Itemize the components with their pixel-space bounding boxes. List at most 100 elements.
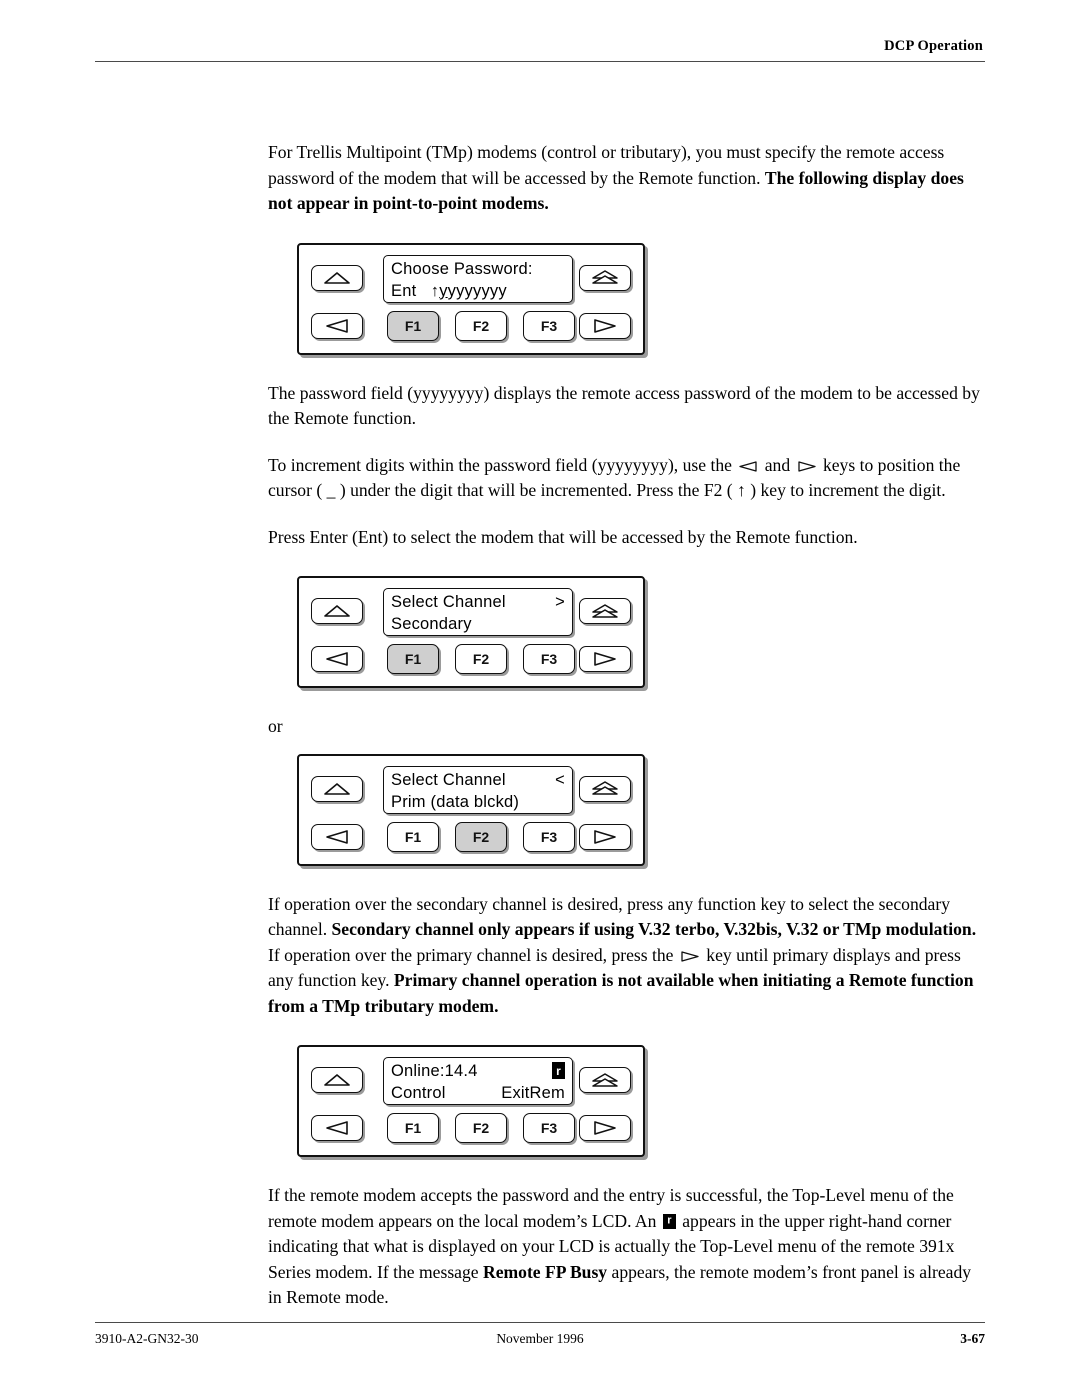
- or-separator: or: [268, 716, 283, 736]
- right-triangle-icon: [593, 318, 617, 333]
- function-key-label: F1: [404, 651, 422, 667]
- right-triangle-icon: [593, 1121, 617, 1135]
- modem-front-panel: F1 F2 F3 Select Channel < Prim (data blc…: [297, 753, 645, 866]
- lcd-line-1: Online:14.4: [391, 1060, 565, 1082]
- left-arrow-key[interactable]: [311, 823, 363, 850]
- function-key-f2[interactable]: F2: [455, 821, 507, 852]
- up-arrow-key[interactable]: [311, 775, 363, 802]
- footer-rule: [95, 1322, 985, 1323]
- paragraph-secondary-channel: If operation over the secondary channel …: [268, 892, 980, 1020]
- double-up-arrow-key[interactable]: [579, 264, 631, 291]
- modem-front-panel: F1 F2 F3 Select Channel > Secondary: [297, 576, 645, 688]
- header-rule: [95, 61, 985, 62]
- function-key-f3[interactable]: F3: [523, 821, 575, 852]
- function-key-f2[interactable]: F2: [455, 1113, 507, 1143]
- lcd-line-2: Prim (data blckd): [391, 791, 565, 813]
- lcd-display: Choose Password: Ent ↑yyyyyyyy: [383, 254, 573, 303]
- function-key-f3[interactable]: F3: [523, 310, 575, 341]
- up-arrow-key[interactable]: [311, 1067, 363, 1093]
- function-key-label: F2: [472, 828, 490, 845]
- lcd-password-rest: yyyyyyy: [447, 281, 507, 300]
- lcd-line-2-left: Ent ↑yyyyyyyy: [391, 280, 507, 302]
- function-key-label: F3: [540, 828, 558, 845]
- lcd-line-1-left: Select Channel: [391, 770, 506, 789]
- up-triangle-icon: [324, 271, 350, 284]
- lcd-display: Select Channel < Prim (data blckd): [383, 765, 573, 814]
- front-panel-diagram-choose-password: F1 F2 F3 Choose Password: Ent ↑yyyyyyyy: [297, 242, 649, 355]
- double-up-triangle-icon: [591, 270, 619, 285]
- left-triangle-icon: [739, 460, 757, 472]
- lcd-line-1: Select Channel <: [391, 769, 565, 791]
- left-arrow-key[interactable]: [311, 646, 363, 672]
- function-key-label: F3: [540, 1120, 558, 1136]
- lcd-line-1: Choose Password:: [391, 258, 565, 280]
- front-panel-diagram-select-channel-primary: F1 F2 F3 Select Channel < Prim (data blc…: [297, 753, 649, 866]
- lcd-line-1-right: >: [555, 593, 565, 611]
- lcd-display: Online:14.4 Control ExitRem: [383, 1057, 573, 1105]
- right-arrow-key[interactable]: [579, 646, 631, 672]
- lcd-line-2: Control ExitRem: [391, 1082, 565, 1104]
- front-panel-diagram-online-top-level: F1 F2 F3 Online:14.4 Control ExitRem: [297, 1045, 649, 1157]
- remote-r-indicator-icon: [662, 1213, 676, 1229]
- lcd-line-1: Select Channel >: [391, 591, 565, 613]
- lcd-spacer: [416, 282, 430, 300]
- footer-date: November 1996: [496, 1331, 584, 1346]
- function-key-f1[interactable]: F1: [387, 821, 439, 852]
- function-key-f1[interactable]: F1: [387, 1113, 439, 1143]
- paragraph-bold-text: Remote FP Busy: [482, 1261, 608, 1282]
- function-key-label: F2: [472, 651, 490, 667]
- function-key-f1[interactable]: F1: [387, 644, 439, 674]
- function-key-label: F1: [404, 828, 422, 845]
- lcd-display: Select Channel > Secondary: [383, 588, 573, 636]
- front-panel-diagram-select-channel-secondary: F1 F2 F3 Select Channel > Secondary: [297, 576, 649, 688]
- lcd-line-1-left: Select Channel: [391, 593, 506, 611]
- function-key-f2[interactable]: F2: [455, 644, 507, 674]
- function-key-label: F2: [472, 1120, 490, 1136]
- paragraph-bold-text: Secondary channel only appears if using …: [331, 919, 977, 939]
- double-up-triangle-icon: [591, 603, 619, 619]
- left-arrow-key[interactable]: [311, 312, 363, 339]
- paragraph-password-field: The password field (yyyyyyyy) displays t…: [268, 382, 980, 429]
- paragraph-text: and: [760, 454, 795, 475]
- function-key-label: F3: [540, 317, 558, 334]
- right-triangle-icon: [593, 829, 617, 844]
- right-arrow-key[interactable]: [579, 1115, 631, 1141]
- function-key-label: F3: [540, 651, 558, 667]
- paragraph-text: If operation over the primary channel is…: [268, 944, 678, 965]
- function-key-f3[interactable]: F3: [523, 1113, 575, 1143]
- right-arrow-key[interactable]: [579, 312, 631, 339]
- double-up-triangle-icon: [591, 1072, 619, 1088]
- paragraph-remote-success: If the remote modem accepts the password…: [268, 1183, 980, 1311]
- right-arrow-key[interactable]: [579, 823, 631, 850]
- lcd-line-1-left: Choose Password:: [391, 259, 533, 278]
- lcd-line-1-left: Online:14.4: [391, 1062, 478, 1080]
- function-key-label: F1: [404, 1120, 422, 1136]
- left-triangle-icon: [325, 318, 349, 333]
- function-key-f2[interactable]: F2: [455, 310, 507, 341]
- paragraph-increment-digits: To increment digits within the password …: [268, 453, 980, 504]
- up-arrow-key[interactable]: [311, 264, 363, 291]
- double-up-triangle-icon: [591, 781, 619, 796]
- up-arrow-key[interactable]: [311, 598, 363, 624]
- lcd-cursor-digit: y: [439, 281, 448, 300]
- lcd-line-2: Ent ↑yyyyyyyy: [391, 280, 565, 302]
- paragraph-press-enter: Press Enter (Ent) to select the modem th…: [268, 526, 858, 547]
- modem-front-panel: F1 F2 F3 Online:14.4 Control ExitRem: [297, 1045, 645, 1157]
- function-key-f1[interactable]: F1: [387, 310, 439, 341]
- right-triangle-icon: [797, 460, 816, 472]
- function-key-f3[interactable]: F3: [523, 644, 575, 674]
- double-up-arrow-key[interactable]: [579, 598, 631, 624]
- right-triangle-icon: [681, 950, 699, 962]
- increment-arrow-glyph: ↑: [430, 281, 440, 300]
- left-triangle-icon: [325, 652, 349, 666]
- modem-front-panel: F1 F2 F3 Choose Password: Ent ↑yyyyyyyy: [297, 242, 645, 355]
- footer-page-number: 3-67: [960, 1331, 985, 1346]
- up-triangle-icon: [324, 782, 350, 795]
- page-footer: 3910-A2-GN32-30 November 1996 3-67: [95, 1322, 985, 1351]
- remote-r-indicator-icon: [552, 1060, 565, 1082]
- double-up-arrow-key[interactable]: [579, 775, 631, 802]
- left-arrow-key[interactable]: [311, 1115, 363, 1141]
- lcd-line-2-right: ExitRem: [501, 1084, 565, 1102]
- double-up-arrow-key[interactable]: [579, 1067, 631, 1093]
- left-triangle-icon: [325, 1121, 349, 1135]
